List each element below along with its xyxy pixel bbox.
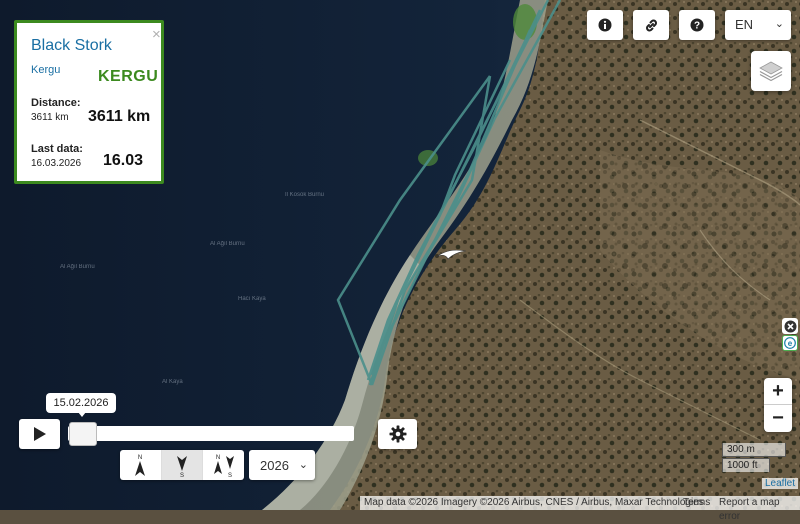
info-card: Black Stork × Kergu KERGU Distance: 3611… — [14, 20, 164, 184]
zoom-in-button[interactable]: + — [764, 378, 792, 405]
play-button[interactable] — [19, 419, 60, 449]
layers-button[interactable] — [751, 51, 791, 91]
svg-text:N: N — [216, 455, 220, 461]
map-label: Al Ağıl Burnu — [210, 241, 245, 247]
close-icon[interactable]: × — [152, 26, 161, 43]
chevron-down-icon: ⌄ — [298, 459, 308, 471]
attribution-bar: Map data ©2026 Imagery ©2026 Airbus, CNE… — [360, 496, 800, 522]
bird-name-link[interactable]: Kergu — [31, 64, 60, 76]
scale-imperial: 1000 ft — [722, 458, 770, 472]
distance-label: Distance: — [31, 97, 81, 109]
gear-icon — [389, 425, 406, 443]
language-value: EN — [735, 17, 754, 32]
year-select[interactable]: 2026 ⌄ — [249, 450, 315, 480]
south-arrow-icon: S — [177, 456, 187, 478]
chevron-down-icon: ⌄ — [774, 18, 784, 30]
north-south-arrow-icon: N S — [213, 455, 234, 478]
link-icon — [645, 19, 657, 31]
distance-value: 3611 km — [31, 112, 69, 123]
timeline-slider-handle[interactable] — [69, 422, 97, 446]
tooltip-arrow — [78, 412, 86, 417]
svg-text:e: e — [788, 339, 793, 348]
play-icon — [33, 427, 46, 441]
map-label: Al Ağıl Burnu — [60, 264, 95, 270]
svg-text:S: S — [180, 473, 184, 478]
direction-both-button[interactable]: N S — [203, 450, 244, 480]
distance-big-value: 3611 km — [88, 108, 151, 125]
info-button[interactable] — [587, 10, 623, 40]
svg-text:N: N — [138, 455, 142, 461]
last-data-value: 16.03.2026 — [31, 158, 82, 169]
share-link-button[interactable] — [633, 10, 669, 40]
timeline-slider-track[interactable] — [68, 426, 354, 441]
year-value: 2026 — [260, 458, 289, 473]
info-icon — [598, 18, 612, 32]
close-circle-icon — [784, 320, 796, 332]
direction-south-button[interactable]: S — [161, 450, 204, 480]
zoom-control: + − — [764, 378, 792, 432]
layers-icon — [759, 61, 783, 82]
map-data-attribution: Map data ©2026 Imagery ©2026 Airbus, CNE… — [364, 497, 704, 508]
terms-link[interactable]: Terms — [683, 496, 710, 510]
scale-metric: 300 m — [722, 443, 786, 457]
settings-button[interactable] — [378, 419, 417, 449]
timeline-date-tooltip: 15.02.2026 — [46, 393, 116, 413]
direction-north-button[interactable]: N — [120, 450, 162, 480]
map-label: Hacı Kaya — [238, 296, 266, 302]
report-error-link[interactable]: Report a map error — [719, 496, 800, 524]
map-label: Il Kosok Burnu — [285, 192, 324, 198]
north-arrow-icon: N — [135, 455, 146, 476]
language-select[interactable]: EN ⌄ — [725, 10, 791, 40]
direction-toggle-group: N S N S — [120, 450, 244, 480]
svg-text:?: ? — [694, 21, 700, 32]
bird-name-brand: KERGU — [98, 68, 159, 85]
e-icon: e — [784, 337, 796, 349]
last-data-label: Last data: — [31, 143, 83, 155]
e-button[interactable]: e — [782, 335, 798, 351]
map-label: Al Kaya — [162, 379, 183, 385]
leaflet-link[interactable]: Leaflet — [762, 478, 799, 489]
bird-species-title: Black Stork — [31, 37, 112, 54]
zoom-out-button[interactable]: − — [764, 405, 792, 431]
help-icon: ? — [690, 18, 704, 32]
last-data-big-value: 16.03 — [103, 152, 144, 169]
help-button[interactable]: ? — [679, 10, 715, 40]
close-circle-button[interactable] — [782, 318, 798, 334]
svg-text:S: S — [228, 473, 232, 478]
